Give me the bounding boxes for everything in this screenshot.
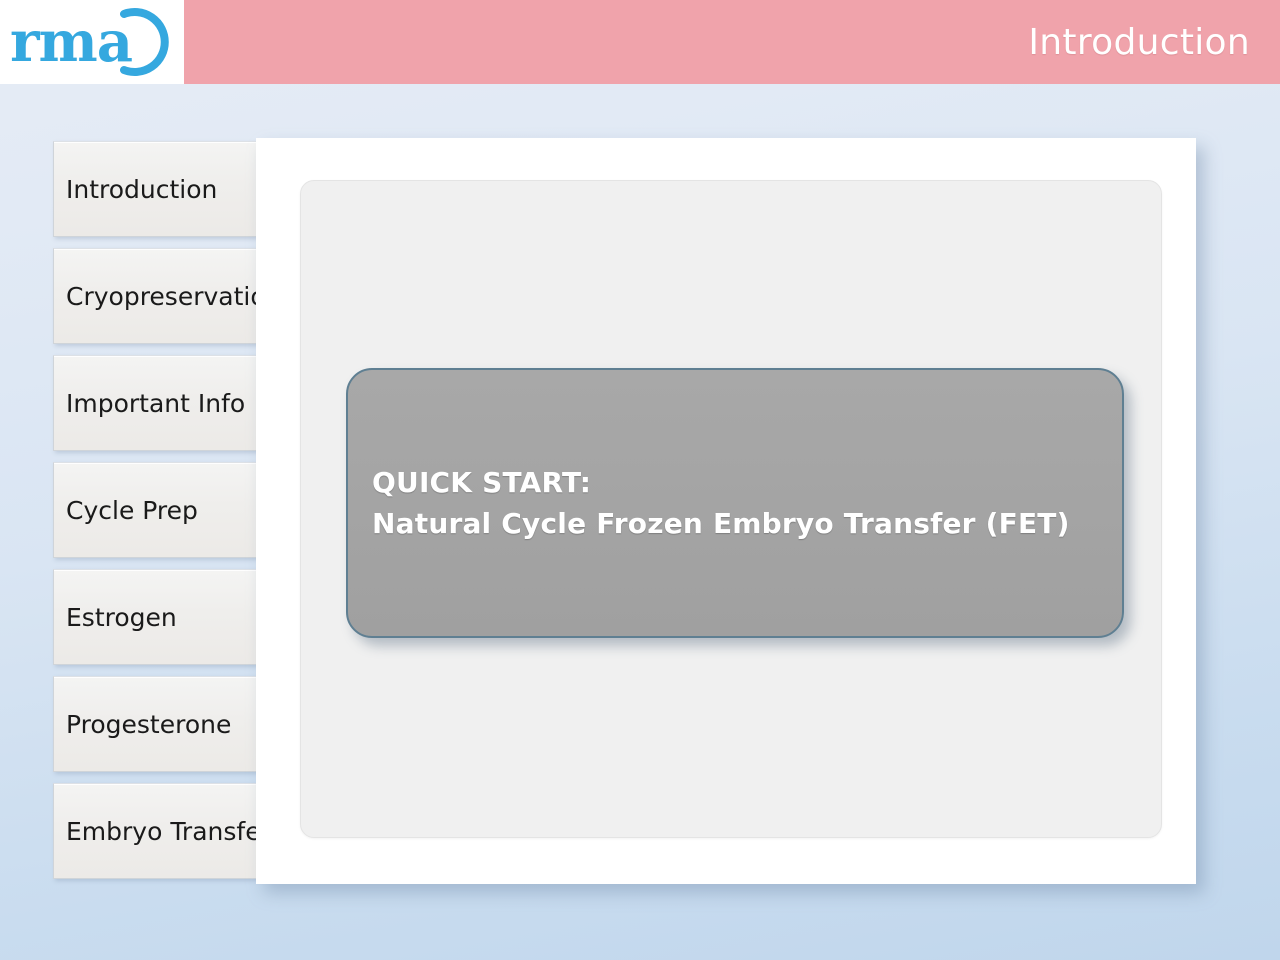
content-panel: QUICK START: Natural Cycle Frozen Embryo…	[256, 138, 1196, 884]
sidebar-item-estrogen[interactable]: Estrogen	[53, 569, 273, 665]
sidebar-item-important-info[interactable]: Important Info	[53, 355, 273, 451]
sidebar-item-cycle-prep[interactable]: Cycle Prep	[53, 462, 273, 558]
quickstart-heading: QUICK START:	[372, 465, 592, 499]
sidebar-item-label: Cycle Prep	[66, 495, 198, 525]
sidebar-item-label: Progesterone	[66, 709, 232, 739]
sidebar-item-progesterone[interactable]: Progesterone	[53, 676, 273, 772]
sidebar-item-label: Embryo Transfer	[66, 816, 271, 846]
sidebar-item-introduction[interactable]: Introduction	[53, 141, 273, 237]
quickstart-callout-box: QUICK START: Natural Cycle Frozen Embryo…	[346, 368, 1124, 638]
sidebar-item-label: Cryopreservation	[66, 281, 282, 311]
quickstart-subheading: Natural Cycle Frozen Embryo Transfer (FE…	[372, 507, 1070, 540]
sidebar-item-cryopreservation[interactable]: Cryopreservation	[53, 248, 282, 344]
logo-block[interactable]: rma	[0, 0, 184, 84]
header-bar: rma Introduction	[0, 0, 1280, 84]
rma-logo-wordmark: rma	[10, 9, 133, 75]
page-title: Introduction	[1028, 21, 1250, 63]
sidebar-item-label: Introduction	[66, 174, 218, 204]
sidebar-item-embryo-transfer[interactable]: Embryo Transfer	[53, 783, 273, 879]
sidebar-item-label: Estrogen	[66, 602, 177, 632]
sidebar-nav: Introduction Cryopreservation Important …	[53, 141, 282, 890]
sidebar-item-label: Important Info	[66, 388, 246, 418]
content-card: QUICK START: Natural Cycle Frozen Embryo…	[300, 180, 1162, 838]
